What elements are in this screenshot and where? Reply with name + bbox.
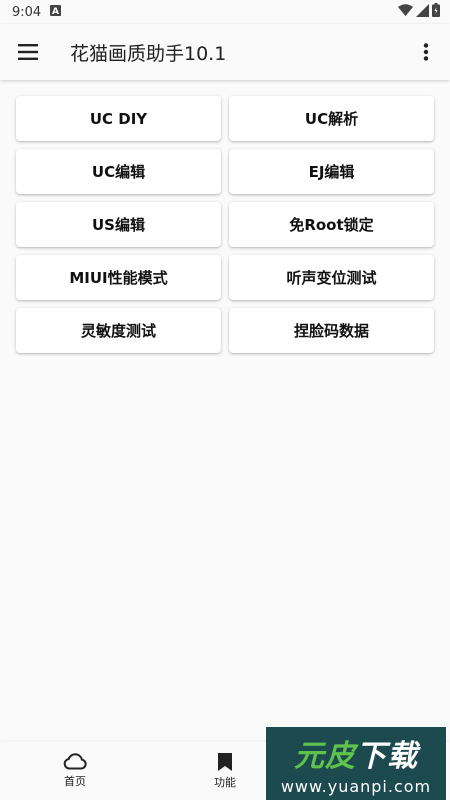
sound-position-test-button[interactable]: 听声变位测试: [229, 255, 434, 300]
feature-button-grid: UC DIY UC解析 UC编辑 EJ编辑 US编辑 免Root锁定 MIUI性…: [16, 96, 434, 353]
face-code-data-button[interactable]: 捏脸码数据: [229, 308, 434, 353]
menu-button[interactable]: [0, 24, 56, 80]
notification-a-icon: A: [50, 4, 62, 20]
page-title: 花猫画质助手10.1: [70, 42, 227, 65]
us-edit-button[interactable]: US编辑: [16, 202, 221, 247]
more-options-button[interactable]: [406, 24, 446, 80]
watermark-url: www.yuanpi.com: [280, 777, 432, 796]
sensitivity-test-button[interactable]: 灵敏度测试: [16, 308, 221, 353]
status-bar: 9:04 A: [0, 0, 450, 24]
nav-item-home[interactable]: 首页: [15, 742, 135, 800]
uc-diy-button[interactable]: UC DIY: [16, 96, 221, 141]
uc-parse-button[interactable]: UC解析: [229, 96, 434, 141]
svg-text:A: A: [52, 7, 59, 16]
battery-icon: [432, 3, 440, 21]
nav-item-features-label: 功能: [214, 775, 236, 789]
miui-performance-mode-button[interactable]: MIUI性能模式: [16, 255, 221, 300]
watermark-title: 元皮下载: [294, 739, 418, 774]
hamburger-menu-icon: [18, 44, 38, 60]
uc-edit-button[interactable]: UC编辑: [16, 149, 221, 194]
status-time: 9:04: [12, 4, 42, 20]
wifi-icon: [398, 3, 413, 21]
nav-item-home-label: 首页: [64, 775, 86, 788]
bookmark-icon: [218, 752, 232, 771]
more-vertical-icon: [423, 43, 429, 61]
ej-edit-button[interactable]: EJ编辑: [229, 149, 434, 194]
cloud-icon: [63, 753, 87, 770]
site-watermark: 元皮下载 www.yuanpi.com: [266, 727, 446, 800]
app-bar: 花猫画质助手10.1: [0, 24, 450, 80]
signal-icon: [416, 3, 429, 21]
no-root-lock-button[interactable]: 免Root锁定: [229, 202, 434, 247]
